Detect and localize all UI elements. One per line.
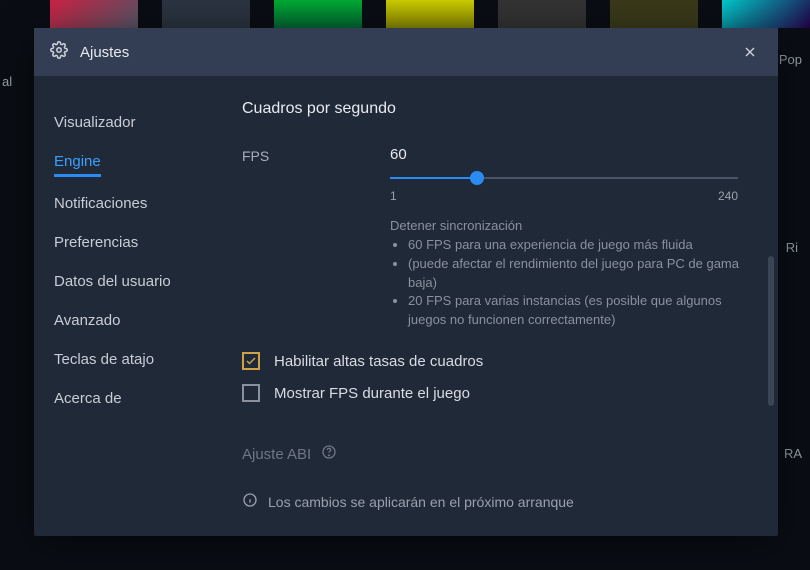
help-icon[interactable]: [321, 444, 337, 464]
sidebar-item-visualizador[interactable]: Visualizador: [54, 104, 135, 143]
sidebar-item-preferencias[interactable]: Preferencias: [54, 224, 138, 263]
bg-label-al: al: [2, 74, 12, 89]
settings-content: Cuadros por segundo FPS 60 1 240 D: [230, 76, 778, 536]
fps-label: FPS: [242, 146, 390, 330]
settings-sidebar: Visualizador Engine Notificaciones Prefe…: [34, 76, 230, 536]
checkbox-label: Habilitar altas tasas de cuadros: [274, 353, 483, 370]
hint-heading: Detener sincronización: [390, 217, 750, 236]
sidebar-item-acerca-de[interactable]: Acerca de: [54, 380, 122, 419]
bg-label-ra: RA: [784, 446, 802, 461]
abi-setting: Ajuste ABI: [242, 444, 750, 464]
sidebar-item-notificaciones[interactable]: Notificaciones: [54, 185, 147, 224]
info-icon: [242, 492, 258, 511]
hint-item: 20 FPS para varias instancias (es posibl…: [408, 292, 750, 330]
checkbox-icon: [242, 384, 260, 402]
fps-min: 1: [390, 189, 397, 203]
hint-item: (puede afectar el rendimiento del juego …: [408, 255, 750, 293]
fps-value: 60: [390, 146, 750, 163]
restart-notice: Los cambios se aplicarán en el próximo a…: [242, 492, 750, 511]
abi-label: Ajuste ABI: [242, 446, 311, 463]
section-title: Cuadros por segundo: [242, 100, 750, 118]
hint-item: 60 FPS para una experiencia de juego más…: [408, 236, 750, 255]
close-button[interactable]: [738, 40, 762, 64]
fps-max: 240: [718, 189, 738, 203]
gear-icon: [50, 41, 68, 64]
notice-text: Los cambios se aplicarán en el próximo a…: [268, 494, 574, 510]
fps-slider[interactable]: [390, 169, 738, 187]
fps-hints: Detener sincronización 60 FPS para una e…: [390, 217, 750, 330]
modal-title: Ajustes: [80, 44, 129, 61]
content-scrollbar[interactable]: [768, 256, 774, 406]
checkbox-high-fps[interactable]: Habilitar altas tasas de cuadros: [242, 352, 750, 370]
checkbox-show-fps[interactable]: Mostrar FPS durante el juego: [242, 384, 750, 402]
sidebar-item-engine[interactable]: Engine: [54, 143, 101, 177]
settings-modal: Ajustes Visualizador Engine Notificacion…: [34, 28, 778, 536]
checkbox-icon: [242, 352, 260, 370]
sidebar-item-teclas-atajo[interactable]: Teclas de atajo: [54, 341, 154, 380]
bg-label-pop: Pop: [779, 52, 802, 67]
modal-titlebar: Ajustes: [34, 28, 778, 76]
sidebar-item-datos-usuario[interactable]: Datos del usuario: [54, 263, 171, 302]
checkbox-label: Mostrar FPS durante el juego: [274, 385, 470, 402]
sidebar-item-avanzado[interactable]: Avanzado: [54, 302, 120, 341]
bg-label-ri: Ri: [786, 240, 798, 255]
